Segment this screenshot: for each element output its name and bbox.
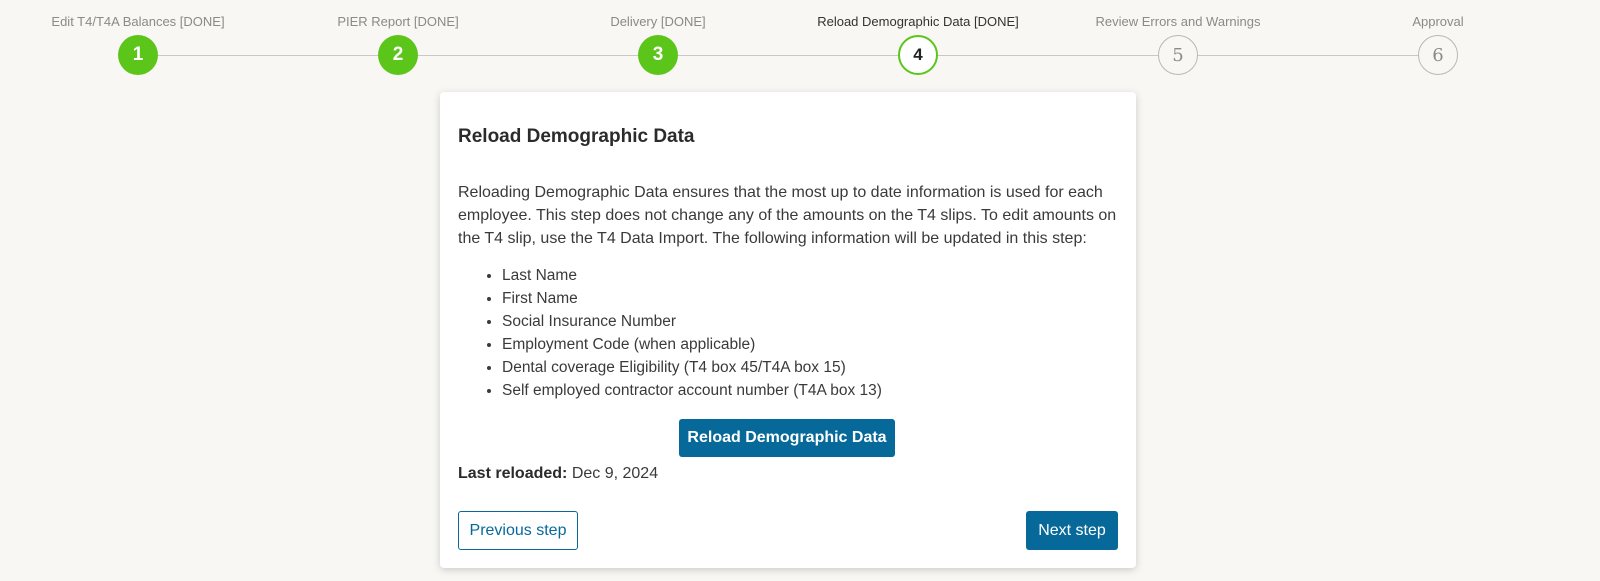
step-number-badge: 5 — [1158, 35, 1198, 75]
reload-demographic-card: Reload Demographic Data Reloading Demogr… — [440, 92, 1136, 568]
step-label: PIER Report [DONE] — [337, 14, 459, 29]
next-step-button[interactable]: Next step — [1026, 511, 1118, 550]
last-reloaded-label: Last reloaded: — [458, 465, 568, 482]
step-number-badge: 3 — [638, 35, 678, 75]
step-number-badge: 6 — [1418, 35, 1458, 75]
updated-fields-list: Last Name First Name Social Insurance Nu… — [458, 264, 882, 402]
step-label: Review Errors and Warnings — [1095, 14, 1261, 29]
list-item: Employment Code (when applicable) — [502, 333, 882, 356]
list-item: Dental coverage Eligibility (T4 box 45/T… — [502, 356, 882, 379]
step-number-badge: 1 — [118, 35, 158, 75]
list-item: Last Name — [502, 264, 882, 287]
card-description: Reloading Demographic Data ensures that … — [458, 184, 1117, 247]
list-item: First Name — [502, 287, 882, 310]
step-4[interactable]: Reload Demographic Data [DONE] 4 — [788, 0, 1048, 75]
last-reloaded-date: Dec 9, 2024 — [571, 465, 659, 482]
page: Edit T4/T4A Balances [DONE] 1 PIER Repor… — [0, 0, 1600, 581]
step-label: Delivery [DONE] — [610, 14, 706, 29]
progress-stepper: Edit T4/T4A Balances [DONE] 1 PIER Repor… — [0, 0, 1600, 90]
step-6[interactable]: Approval 6 — [1308, 0, 1568, 75]
list-item: Self employed contractor account number … — [502, 379, 882, 402]
step-number-badge: 4 — [898, 35, 938, 75]
card-title: Reload Demographic Data — [458, 126, 695, 147]
step-5[interactable]: Review Errors and Warnings 5 — [1048, 0, 1308, 75]
previous-step-button[interactable]: Previous step — [458, 511, 578, 550]
list-item: Social Insurance Number — [502, 310, 882, 333]
step-label: Approval — [1412, 14, 1464, 29]
step-label: Edit T4/T4A Balances [DONE] — [51, 14, 225, 29]
step-label: Reload Demographic Data [DONE] — [817, 14, 1019, 29]
step-1[interactable]: Edit T4/T4A Balances [DONE] 1 — [8, 0, 268, 75]
last-reloaded-info: Last reloaded: Dec 9, 2024 — [458, 465, 658, 483]
step-number-badge: 2 — [378, 35, 418, 75]
reload-demographic-data-button[interactable]: Reload Demographic Data — [679, 419, 895, 457]
step-3[interactable]: Delivery [DONE] 3 — [528, 0, 788, 75]
step-2[interactable]: PIER Report [DONE] 2 — [268, 0, 528, 75]
